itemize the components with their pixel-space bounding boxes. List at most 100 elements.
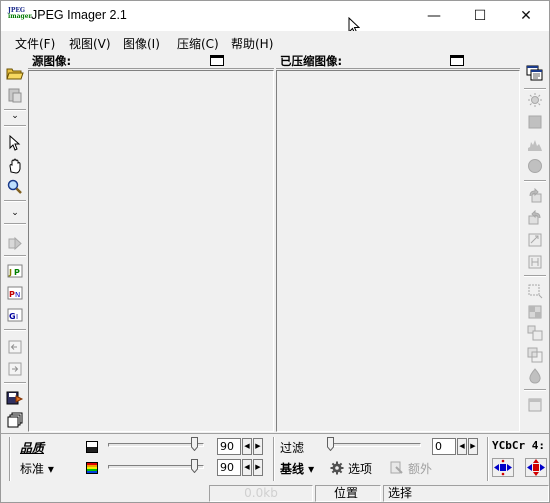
increment-button[interactable]: ▶ xyxy=(253,438,263,455)
hand-tool-button[interactable] xyxy=(5,156,25,176)
toolbar-separator xyxy=(4,382,26,384)
toolbar-separator xyxy=(4,329,26,331)
color-spectrum-icon xyxy=(86,462,98,474)
subsampling-horizontal-icon[interactable] xyxy=(492,458,514,477)
compressed-pane-title: 已压缩图像: xyxy=(280,54,343,68)
gif-format-icon: GI xyxy=(7,308,23,322)
rotate-right-icon xyxy=(528,210,541,225)
panel-divider xyxy=(273,437,275,481)
resize-icon xyxy=(527,325,543,341)
select-tool-button[interactable] xyxy=(5,133,25,153)
mirror-button xyxy=(525,252,545,272)
previous-button xyxy=(5,337,25,357)
svg-text:N: N xyxy=(15,291,20,299)
luminance-quality-input[interactable]: 90 xyxy=(217,438,241,455)
canvas-button xyxy=(525,345,545,365)
toolbar-separator xyxy=(4,223,26,225)
menu-view[interactable]: 视图(V) xyxy=(69,35,111,52)
maximize-pane-icon[interactable] xyxy=(210,55,224,66)
increment-button[interactable]: ▶ xyxy=(468,438,478,455)
compressed-pane-header: 已压缩图像: xyxy=(276,53,520,69)
slider-thumb[interactable] xyxy=(327,437,334,451)
save-button[interactable] xyxy=(5,388,25,408)
gif-format-button[interactable]: GI xyxy=(5,305,25,325)
png-format-icon: PN xyxy=(7,286,23,300)
forward-page-icon xyxy=(8,236,22,251)
flip-button xyxy=(525,230,545,250)
decrement-button[interactable]: ◀ xyxy=(242,438,252,455)
resize-button xyxy=(525,323,545,343)
save-disk-icon xyxy=(6,391,24,405)
chevron-down-icon[interactable]: ⌄ xyxy=(5,208,25,218)
minimize-button[interactable]: — xyxy=(411,1,457,31)
options-button[interactable]: 选项 xyxy=(348,460,372,477)
compare-windows-icon xyxy=(526,65,543,81)
forward-button xyxy=(5,233,25,253)
menu-file[interactable]: 文件(F) xyxy=(15,35,55,52)
color-button xyxy=(525,156,545,176)
sun-icon xyxy=(528,93,542,107)
slider-thumb[interactable] xyxy=(191,437,199,451)
source-image-pane[interactable] xyxy=(28,70,274,432)
batch-button[interactable] xyxy=(5,410,25,430)
rotate-left-icon xyxy=(529,188,542,203)
window-icon xyxy=(528,398,542,412)
menu-image[interactable]: 图像(I) xyxy=(123,35,160,52)
panel-grip xyxy=(9,437,11,481)
crop-icon xyxy=(528,284,543,299)
grayscale-icon xyxy=(86,441,98,453)
mirror-icon xyxy=(528,255,542,269)
dither-button xyxy=(525,302,545,322)
subsampling-full-icon[interactable] xyxy=(525,458,547,477)
svg-text:J: J xyxy=(8,268,12,277)
quality-label: 品质 xyxy=(20,441,45,455)
paste-button[interactable] xyxy=(5,85,25,105)
window-title: JPEG Imager 2.1 xyxy=(31,8,127,22)
decrement-button[interactable]: ◀ xyxy=(242,459,252,476)
jpeg-format-icon: JP xyxy=(7,264,23,278)
paste-icon xyxy=(8,88,22,103)
chrominance-quality-input[interactable]: 90 xyxy=(217,459,241,476)
maximize-pane-icon[interactable] xyxy=(450,55,464,66)
square-icon xyxy=(528,115,542,129)
left-toolbar: ⌄ ⌄ JP PN GI xyxy=(0,53,28,433)
next-button xyxy=(5,359,25,379)
histogram-icon xyxy=(528,140,542,151)
checker-icon xyxy=(528,305,542,319)
toolbar-separator xyxy=(524,275,546,277)
chrominance-quality-slider[interactable] xyxy=(108,465,204,469)
preset-dropdown[interactable]: 标准 ▾ xyxy=(20,460,54,477)
status-bar: 0.0kb 位置 选择 xyxy=(0,483,550,503)
panel-divider xyxy=(487,437,489,481)
copy-compare-button[interactable] xyxy=(525,63,545,83)
close-button[interactable]: ✕ xyxy=(503,1,549,31)
chevron-down-icon[interactable]: ⌄ xyxy=(5,111,25,121)
open-file-button[interactable] xyxy=(5,63,25,83)
extra-icon xyxy=(390,461,403,474)
rotate-left-button xyxy=(525,186,545,206)
toolbar-separator xyxy=(524,180,546,182)
zoom-tool-button[interactable] xyxy=(5,177,25,197)
filter-slider[interactable] xyxy=(327,443,421,447)
compressed-image-pane[interactable] xyxy=(276,70,520,432)
extra-button: 额外 xyxy=(408,462,433,476)
app-logo: JPEG imager xyxy=(8,7,32,20)
slider-thumb[interactable] xyxy=(191,459,199,473)
luminance-quality-slider[interactable] xyxy=(108,443,204,447)
mode-dropdown[interactable]: 基线 ▾ xyxy=(280,460,314,477)
menu-help[interactable]: 帮助(H) xyxy=(231,35,273,52)
jpeg-format-button[interactable]: JP xyxy=(5,261,25,281)
decrement-button[interactable]: ◀ xyxy=(457,438,467,455)
histogram-button xyxy=(525,134,545,154)
menu-compress[interactable]: 压缩(C) xyxy=(177,35,219,52)
source-pane-header: 源图像: xyxy=(28,53,274,69)
compression-panel: 品质 标准 ▾ 90 ◀ ▶ 90 ◀ ▶ 过滤 0 ◀ ▶ 基线 ▾ 选项 额… xyxy=(0,433,550,483)
maximize-button[interactable]: ☐ xyxy=(457,1,503,31)
png-format-button[interactable]: PN xyxy=(5,283,25,303)
sharpen-button xyxy=(525,366,545,386)
source-pane-title: 源图像: xyxy=(32,54,72,68)
open-folder-icon xyxy=(6,68,24,80)
crop-button xyxy=(525,281,545,301)
filter-input[interactable]: 0 xyxy=(432,438,456,455)
increment-button[interactable]: ▶ xyxy=(253,459,263,476)
